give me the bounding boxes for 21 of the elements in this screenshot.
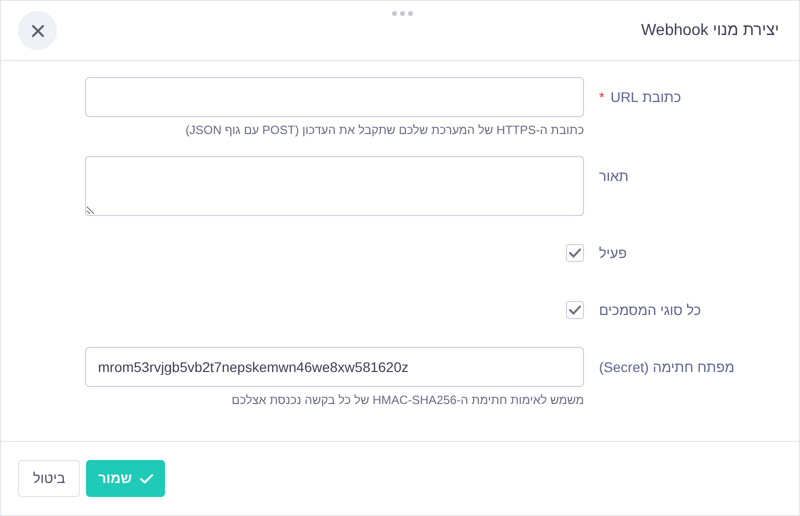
required-mark: * [599, 88, 604, 107]
close-button[interactable] [18, 11, 57, 50]
textarea-field[interactable] [85, 156, 584, 216]
check-icon [140, 474, 153, 484]
text-field[interactable]: mrom53rvjgb5vb2t7nepskemwn46we8xw581620z [85, 347, 584, 387]
dialog-title: יצירת מנוי Webhook [641, 20, 779, 40]
field-hint: כתובת ה-HTTPS של המערכת שלכם שתקבל את העדכון (POST עם גוף JSON) [184, 122, 584, 139]
field-label: תאור [599, 167, 629, 186]
field-hint: משמש לאימות חתימת ה-HMAC-SHA256 של כל בקשה נכנסת אצלכם [230, 392, 584, 409]
checkbox[interactable] [566, 244, 584, 262]
check-icon [569, 248, 581, 258]
check-icon [569, 305, 581, 315]
close-icon [30, 24, 44, 38]
field-label: מפתח חתימה (Secret) [599, 358, 734, 377]
field-label: כל סוגי המסמכים [599, 301, 701, 320]
text-field[interactable] [85, 77, 584, 117]
drag-handle-icon[interactable] [392, 11, 413, 16]
field-label: פעיל [599, 244, 627, 263]
field-label: כתובת URL [610, 88, 682, 107]
cancel-button[interactable]: ביטול [18, 460, 80, 497]
checkbox[interactable] [566, 301, 584, 319]
